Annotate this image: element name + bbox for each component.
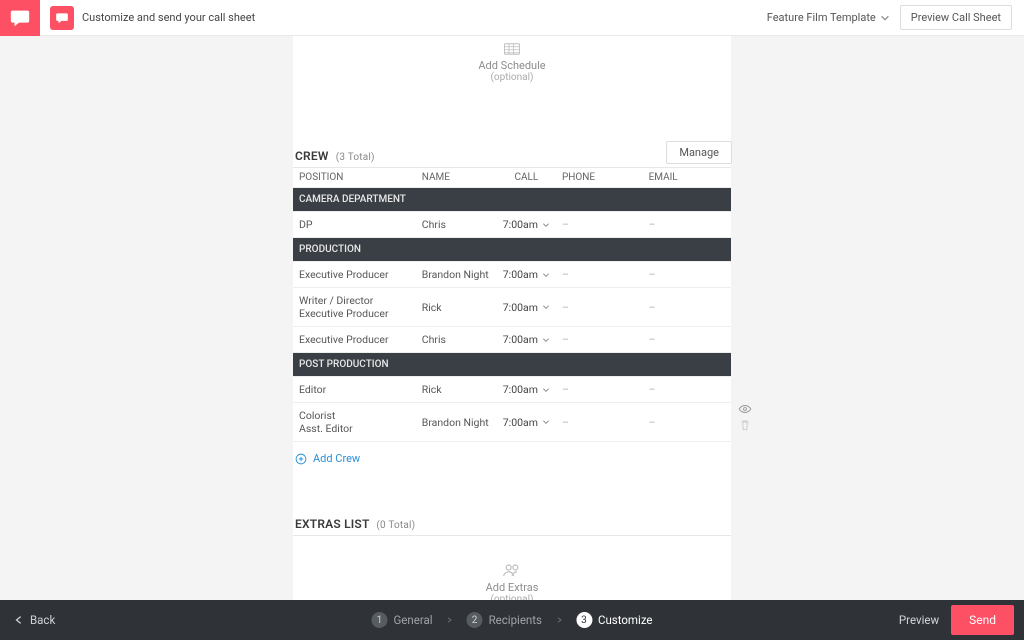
cell-name: Brandon Night xyxy=(416,403,497,442)
add-schedule-block[interactable]: Add Schedule (optional) xyxy=(293,36,731,89)
call-sheet-icon-badge xyxy=(50,6,74,30)
col-call: CALL xyxy=(497,168,556,188)
crew-table: POSITION NAME CALL PHONE EMAIL CAMERA DE… xyxy=(293,168,731,442)
cell-email: – xyxy=(643,403,731,442)
table-row[interactable]: DPChris7:00am–– xyxy=(293,212,731,238)
chevron-down-icon xyxy=(542,303,550,311)
chevron-down-icon xyxy=(542,336,550,344)
col-phone: PHONE xyxy=(556,168,643,188)
template-select[interactable]: Feature Film Template xyxy=(767,11,890,24)
cell-name: Chris xyxy=(416,212,497,238)
steps: 1General 2Recipients 3Customize xyxy=(371,612,652,628)
add-crew-label: Add Crew xyxy=(313,452,360,465)
cell-position: Executive Producer xyxy=(293,327,416,353)
add-extras-label: Add Extras xyxy=(293,581,731,594)
extras-count: (0 Total) xyxy=(376,520,415,531)
cell-call[interactable]: 7:00am xyxy=(497,262,556,288)
cell-position: Editor xyxy=(293,377,416,403)
table-row[interactable]: ColoristAsst. EditorBrandon Night7:00am–… xyxy=(293,403,731,442)
add-schedule-optional: (optional) xyxy=(293,72,731,83)
people-icon xyxy=(502,562,522,578)
footer: Back 1General 2Recipients 3Customize Pre… xyxy=(0,600,1024,640)
template-select-label: Feature Film Template xyxy=(767,11,876,24)
send-button[interactable]: Send xyxy=(951,605,1014,635)
extras-title: EXTRAS LIST xyxy=(295,517,369,531)
table-row[interactable]: EditorRick7:00am–– xyxy=(293,377,731,403)
cell-email: – xyxy=(643,288,731,327)
chevron-right-icon xyxy=(556,617,562,623)
cell-email: – xyxy=(643,327,731,353)
cell-name: Rick xyxy=(416,288,497,327)
cell-phone: – xyxy=(556,212,643,238)
schedule-icon xyxy=(503,42,521,56)
cell-email: – xyxy=(643,212,731,238)
manage-crew-button[interactable]: Manage xyxy=(666,141,732,164)
chevron-down-icon xyxy=(880,13,890,23)
cell-phone: – xyxy=(556,262,643,288)
cell-phone: – xyxy=(556,327,643,353)
plus-circle-icon xyxy=(295,453,307,465)
footer-preview-link[interactable]: Preview xyxy=(899,613,939,627)
add-extras-block[interactable]: Add Extras (optional) xyxy=(293,536,731,600)
chevron-down-icon xyxy=(542,418,550,426)
chevron-down-icon xyxy=(542,386,550,394)
page-title: Customize and send your call sheet xyxy=(82,11,255,24)
cell-position: ColoristAsst. Editor xyxy=(293,403,416,442)
canvas: Add Schedule (optional) CREW (3 Total) M… xyxy=(0,36,1024,600)
visibility-icon[interactable] xyxy=(738,402,752,416)
cell-email: – xyxy=(643,262,731,288)
extras-section-header: EXTRAS LIST (0 Total) xyxy=(293,517,731,536)
crew-count: (3 Total) xyxy=(336,152,375,163)
chevron-down-icon xyxy=(542,271,550,279)
dept-row: PRODUCTION xyxy=(293,238,731,262)
dept-row: CAMERA DEPARTMENT xyxy=(293,188,731,212)
delete-icon[interactable] xyxy=(738,418,752,432)
cell-call[interactable]: 7:00am xyxy=(497,327,556,353)
chevron-down-icon xyxy=(542,221,550,229)
logo[interactable] xyxy=(0,0,40,36)
cell-email: – xyxy=(643,377,731,403)
col-name: NAME xyxy=(416,168,497,188)
chat-icon xyxy=(9,7,31,29)
preview-call-sheet-button[interactable]: Preview Call Sheet xyxy=(900,5,1012,30)
table-row[interactable]: Executive ProducerBrandon Night7:00am–– xyxy=(293,262,731,288)
cell-call[interactable]: 7:00am xyxy=(497,212,556,238)
back-label: Back xyxy=(30,613,55,627)
arrow-left-icon xyxy=(14,615,24,625)
cell-call[interactable]: 7:00am xyxy=(497,403,556,442)
cell-phone: – xyxy=(556,403,643,442)
step-recipients[interactable]: 2Recipients xyxy=(467,612,542,628)
cell-position: Writer / DirectorExecutive Producer xyxy=(293,288,416,327)
row-actions xyxy=(735,400,755,434)
chevron-right-icon xyxy=(447,617,453,623)
cell-name: Rick xyxy=(416,377,497,403)
step-customize[interactable]: 3Customize xyxy=(576,612,653,628)
add-schedule-label: Add Schedule xyxy=(293,59,731,72)
table-row[interactable]: Executive ProducerChris7:00am–– xyxy=(293,327,731,353)
col-email: EMAIL xyxy=(643,168,731,188)
cell-phone: – xyxy=(556,288,643,327)
cell-phone: – xyxy=(556,377,643,403)
add-crew-link[interactable]: Add Crew xyxy=(293,442,731,471)
cell-call[interactable]: 7:00am xyxy=(497,377,556,403)
dept-row: POST PRODUCTION xyxy=(293,353,731,377)
page: Add Schedule (optional) CREW (3 Total) M… xyxy=(293,36,731,600)
cell-position: Executive Producer xyxy=(293,262,416,288)
cell-position: DP xyxy=(293,212,416,238)
back-button[interactable]: Back xyxy=(0,613,69,627)
cell-call[interactable]: 7:00am xyxy=(497,288,556,327)
cell-name: Brandon Night xyxy=(416,262,497,288)
topbar: Customize and send your call sheet Featu… xyxy=(0,0,1024,36)
crew-section-header: CREW (3 Total) Manage xyxy=(293,149,731,168)
cell-name: Chris xyxy=(416,327,497,353)
table-row[interactable]: Writer / DirectorExecutive ProducerRick7… xyxy=(293,288,731,327)
col-position: POSITION xyxy=(293,168,416,188)
crew-title: CREW xyxy=(295,149,329,163)
step-general[interactable]: 1General xyxy=(371,612,432,628)
callsheet-icon xyxy=(55,11,69,25)
